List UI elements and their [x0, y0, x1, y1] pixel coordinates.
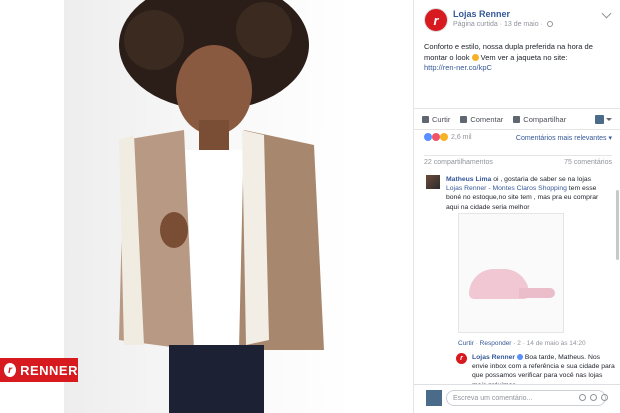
pink-cap-brim — [519, 288, 555, 298]
comment-icon — [460, 115, 468, 123]
comment-like-link[interactable]: Curtir — [458, 340, 474, 347]
reply-avatar[interactable]: r — [456, 353, 467, 364]
current-user-avatar — [426, 390, 442, 406]
brand-badge-text: RENNER — [20, 362, 78, 378]
user-avatar-mini — [595, 114, 604, 124]
renner-logo-icon: r — [4, 363, 17, 377]
page-avatar[interactable]: r — [424, 8, 448, 32]
composer-icons — [579, 394, 608, 401]
comment-button[interactable]: Comentar — [460, 115, 503, 124]
model-illustration — [119, 0, 324, 413]
model-photo — [64, 0, 352, 413]
post-link[interactable]: http://ren-ner.co/kpC — [424, 63, 604, 74]
post-header: r Lojas Renner Página curtida · 13 de ma… — [424, 8, 612, 38]
post-text: Conforto e estilo, nossa dupla preferida… — [424, 42, 604, 74]
comment-footer: Curtir · Responder · 2 · 14 de maio às 1… — [458, 340, 586, 347]
globe-icon — [546, 21, 553, 28]
comment-label: Comentar — [470, 114, 504, 124]
comment-composer: Escreva um comentário... — [414, 384, 620, 413]
reactions-summary[interactable]: 2,6 mil — [424, 133, 472, 141]
comment-sort-select[interactable]: Comentários mais relevantes ▾ — [516, 134, 612, 142]
comment-text-1: oi , gostaria de saber se na lojas — [493, 176, 592, 183]
post-photo[interactable]: r RENNER — [0, 0, 413, 413]
share-icon — [513, 115, 521, 123]
comment-meta: · 2 · 14 de maio às 14:20 — [513, 340, 586, 347]
commenter-avatar[interactable] — [426, 175, 440, 189]
caret-down-icon — [606, 117, 612, 121]
renner-logo-badge: r RENNER — [0, 358, 78, 382]
post-as-selector[interactable] — [595, 114, 612, 124]
like-button[interactable]: Curtir — [422, 115, 450, 124]
comment-mention[interactable]: Lojas Renner - Montes Claros Shopping — [446, 185, 567, 192]
post-side-panel: r Lojas Renner Página curtida · 13 de ma… — [413, 0, 620, 413]
comments-count[interactable]: 75 comentários — [564, 159, 612, 166]
reply-author[interactable]: Lojas Renner — [472, 354, 515, 361]
thumbs-up-icon — [422, 115, 429, 123]
comment-body: Matheus Lima oi , gostaria de saber se n… — [446, 175, 604, 212]
shares-count[interactable]: 22 compartilhamentos — [424, 159, 493, 166]
share-label: Compartilhar — [523, 114, 567, 124]
comment-attached-image[interactable] — [458, 213, 564, 333]
like-reaction-icon — [424, 133, 432, 141]
panel-scrollbar[interactable] — [616, 190, 619, 260]
post-actions-bar: Curtir Comentar Compartilhar — [414, 108, 620, 130]
wow-reaction-icon — [440, 133, 448, 141]
reaction-count: 2,6 mil — [451, 133, 472, 141]
love-reaction-icon — [432, 133, 440, 141]
share-button[interactable]: Compartilhar — [513, 115, 566, 124]
post-meta: Página curtida · 13 de maio · — [453, 21, 553, 28]
post-meta-text: Página curtida · 13 de maio · — [453, 21, 543, 28]
like-label: Curtir — [432, 114, 451, 124]
post-counts: 22 compartilhamentos 75 comentários — [424, 155, 612, 166]
emoji-icon[interactable] — [579, 394, 586, 401]
heart-eyes-emoji-icon — [471, 54, 479, 62]
comment-reply-link[interactable]: Responder — [480, 340, 512, 347]
camera-icon[interactable] — [590, 394, 597, 401]
page-name-link[interactable]: Lojas Renner — [453, 9, 510, 19]
comment-author[interactable]: Matheus Lima — [446, 176, 491, 183]
chevron-down-icon[interactable] — [601, 8, 612, 19]
post-text-cta: Vem ver a jaqueta no site: — [480, 52, 568, 62]
sticker-icon[interactable] — [601, 394, 608, 401]
verified-icon — [516, 354, 523, 361]
